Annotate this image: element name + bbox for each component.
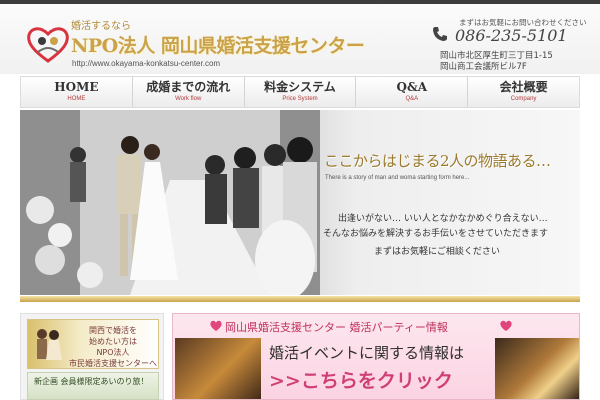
kansai-banner-line: 始めたい方は <box>89 337 137 346</box>
party-info-line: 婚活イベントに関する情報は <box>269 344 465 362</box>
address-line-1: 岡山市北区厚生町三丁目1-15 <box>440 51 553 61</box>
heart-icon <box>500 320 512 331</box>
address-line-2: 岡山商工会議所ビル7F <box>440 62 527 72</box>
nav-label: 会社概要 <box>499 80 548 94</box>
party-info-banner[interactable]: 岡山県婚活支援センター 婚活パーティー情報 婚活イベントに関する情報は >>こち… <box>172 313 580 400</box>
kansai-banner-line: NPO法人 <box>96 348 130 357</box>
site-header: 婚活するなら NPO法人 岡山県婚活支援センター http://www.okay… <box>0 4 600 74</box>
heart-logo-icon[interactable] <box>26 24 70 64</box>
party-info-title: 岡山県婚活支援センター 婚活パーティー情報 <box>225 321 448 334</box>
beer-toast-photo <box>175 338 261 399</box>
wedding-photo <box>20 110 320 295</box>
click-here-link[interactable]: >>こちらをクリック <box>269 366 453 393</box>
couple-illustration-icon <box>37 329 62 360</box>
kansai-banner-line: 市民婚活支援センターへ <box>69 359 157 368</box>
nav-label: 料金システム <box>264 80 336 94</box>
wine-toast-photo <box>495 338 579 399</box>
nav-item-work-flow[interactable]: 成婚までの流れ Work flow <box>132 77 245 107</box>
members-tour-text: 新企画 会員様限定あいのり旅！ <box>34 377 149 386</box>
nav-sub-label: Work flow <box>175 96 202 102</box>
phone-icon <box>433 27 447 41</box>
nav-label: HOME <box>54 80 99 94</box>
nav-label: Q&A <box>396 80 428 94</box>
nav-item-price-system[interactable]: 料金システム Price System <box>244 77 357 107</box>
hero-text-line-3: まずはお気軽にご相談ください <box>374 247 500 257</box>
hero-tagline: ここからはじまる2人の物語ある… <box>324 152 551 170</box>
side-column: 関西で婚活を 始めたい方は NPO法人 市民婚活支援センターへ 新企画 会員様限… <box>20 313 164 400</box>
site-title[interactable]: NPO法人 岡山県婚活支援センター <box>71 31 365 58</box>
hero-tagline-en: There is a story of man and woma startin… <box>325 175 470 181</box>
main-nav: HOME HOME 成婚までの流れ Work flow 料金システム Price… <box>20 76 580 108</box>
heart-icon <box>210 320 222 331</box>
nav-item-home[interactable]: HOME HOME <box>21 77 133 107</box>
nav-sub-label: Price System <box>282 96 318 102</box>
logo-tagline: 婚活するなら <box>71 21 131 32</box>
nav-item-qa[interactable]: Q&A Q&A <box>356 77 469 107</box>
nav-sub-label: Company <box>510 96 537 102</box>
kansai-banner-line: 関西で婚活を <box>89 326 137 335</box>
address: 岡山市北区厚生町三丁目1-15 岡山商工会議所ビル7F <box>440 51 553 73</box>
hero-banner: ここからはじまる2人の物語ある… There is a story of man… <box>20 110 580 295</box>
hero-text-line-2: そんなお悩みを解決するお手伝いをさせていただきます <box>323 229 549 239</box>
nav-item-company[interactable]: 会社概要 Company <box>468 77 579 107</box>
site-url: http://www.okayama-konkatsu-center.com <box>72 59 221 68</box>
members-tour-banner[interactable]: 新企画 会員様限定あいのり旅！ <box>27 372 159 400</box>
nav-sub-label: HOME <box>67 96 86 102</box>
kansai-banner-text: 関西で婚活を 始めたい方は NPO法人 市民婚活支援センターへ <box>68 325 158 369</box>
nav-sub-label: Q&A <box>405 96 419 102</box>
gold-divider <box>20 296 580 302</box>
nav-label: 成婚までの流れ <box>146 80 231 94</box>
kansai-center-banner[interactable]: 関西で婚活を 始めたい方は NPO法人 市民婚活支援センターへ <box>27 319 159 369</box>
phone-number[interactable]: 086-235-5101 <box>455 26 568 45</box>
hero-text-line-1: 出逢いがない… いい人となかなかめぐり合えない… <box>338 214 548 224</box>
